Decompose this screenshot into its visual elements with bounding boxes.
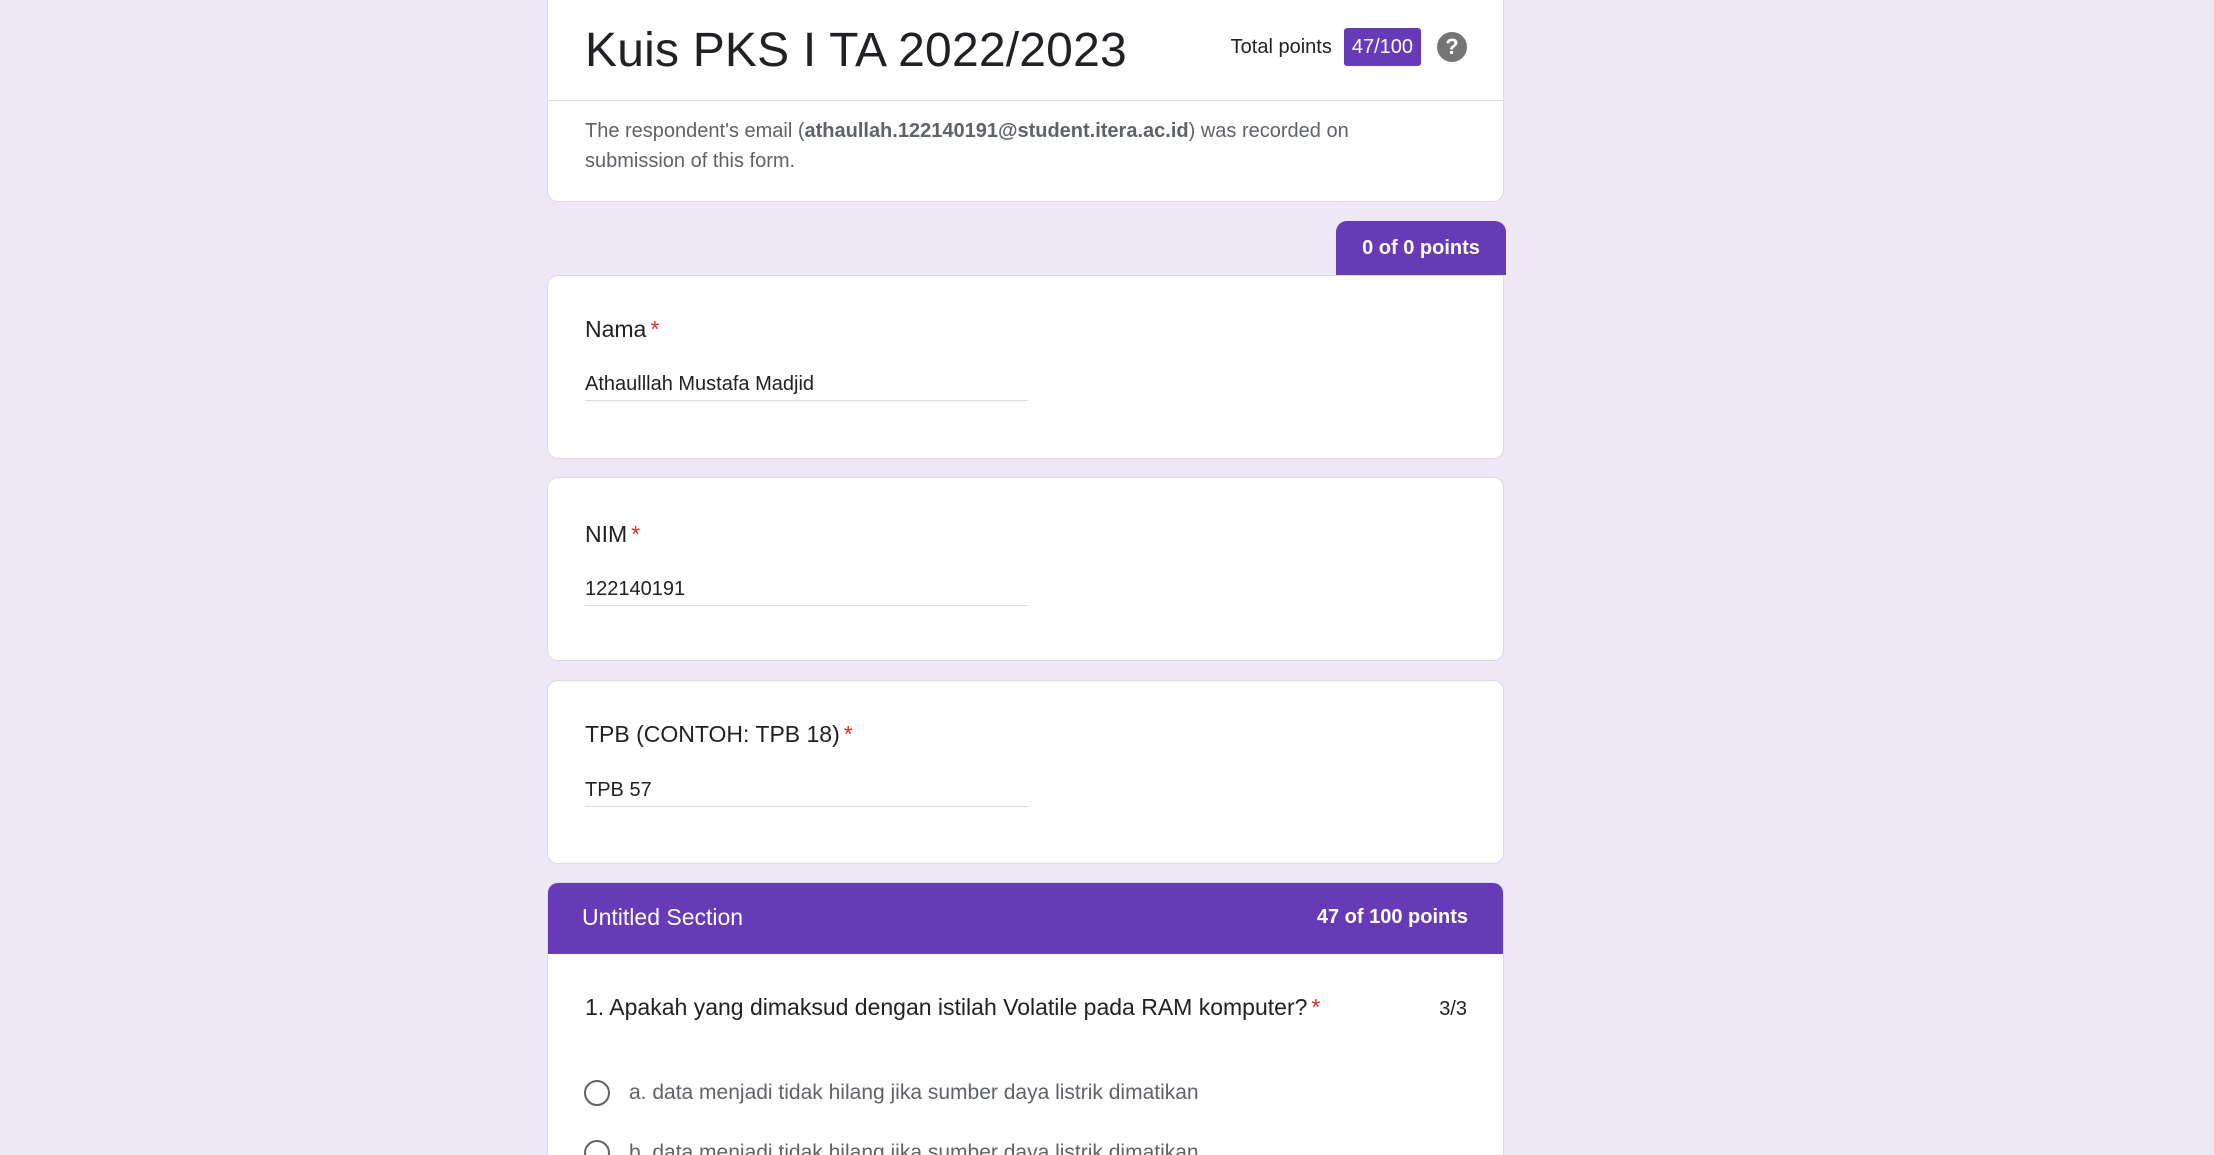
question-title: NIM xyxy=(585,521,628,547)
answer-text: 122140191 xyxy=(585,578,1028,606)
option-b[interactable]: b. data menjadi tidak hilang jika sumber… xyxy=(584,1140,1199,1155)
email-note: The respondent's email (athaullah.122140… xyxy=(585,116,1445,176)
radio-button[interactable] xyxy=(584,1140,610,1155)
option-a[interactable]: a. data menjadi tidak hilang jika sumber… xyxy=(584,1080,1199,1106)
question-title: 1. Apakah yang dimaksud dengan istilah V… xyxy=(585,994,1308,1020)
answer-text: TPB 57 xyxy=(585,779,1028,807)
section-points: 47 of 100 points xyxy=(1316,906,1468,928)
question-score: 3/3 xyxy=(1439,998,1467,1020)
section-card: Untitled Section 47 of 100 points 1. Apa… xyxy=(547,882,1504,1155)
score-badge: 47/100 xyxy=(1343,28,1421,66)
question-label: NIM * xyxy=(585,521,640,548)
option-label: b. data menjadi tidak hilang jika sumber… xyxy=(629,1141,1199,1155)
question-label: TPB (CONTOH: TPB 18) * xyxy=(585,721,853,748)
question-title: Nama xyxy=(585,316,647,342)
option-label: a. data menjadi tidak hilang jika sumber… xyxy=(629,1081,1199,1104)
question-label: Nama * xyxy=(585,316,659,343)
question-card-tpb: TPB (CONTOH: TPB 18) * TPB 57 xyxy=(547,680,1504,864)
question-card-nama: Nama * Athaulllah Mustafa Madjid xyxy=(547,275,1504,459)
question-card-nim: NIM * 122140191 xyxy=(547,477,1504,661)
section-points-tab: 0 of 0 points xyxy=(1336,221,1506,275)
form-header-card: Kuis PKS I TA 2022/2023 Total points 47/… xyxy=(547,0,1504,202)
form-response-page: Kuis PKS I TA 2022/2023 Total points 47/… xyxy=(0,0,2214,1155)
section-header: Untitled Section 47 of 100 points xyxy=(548,883,1503,954)
section-title: Untitled Section xyxy=(582,904,744,930)
answer-text: Athaulllah Mustafa Madjid xyxy=(585,373,1028,401)
total-points-label: Total points xyxy=(1230,35,1332,58)
required-asterisk: * xyxy=(631,521,641,547)
header-divider xyxy=(548,100,1503,101)
email-note-prefix: The respondent's email ( xyxy=(585,120,805,142)
respondent-email: athaullah.122140191@student.itera.ac.id xyxy=(804,120,1189,142)
help-icon[interactable]: ? xyxy=(1437,32,1467,62)
required-asterisk: * xyxy=(650,316,660,342)
required-asterisk: * xyxy=(843,721,853,747)
form-title: Kuis PKS I TA 2022/2023 xyxy=(585,24,1127,77)
required-asterisk: * xyxy=(1311,994,1321,1020)
radio-button[interactable] xyxy=(584,1080,610,1106)
question-text: 1. Apakah yang dimaksud dengan istilah V… xyxy=(585,994,1320,1021)
question-title: TPB (CONTOH: TPB 18) xyxy=(585,721,840,747)
form-column: Kuis PKS I TA 2022/2023 Total points 47/… xyxy=(547,0,1506,1155)
total-points: Total points 47/100 ? xyxy=(1231,28,1467,66)
